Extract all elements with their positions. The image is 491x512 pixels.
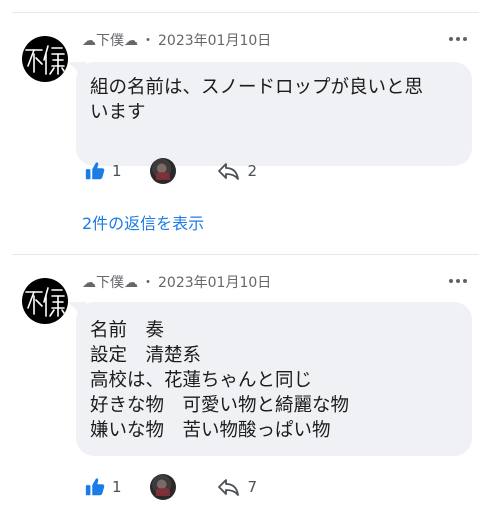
reply-arrow-icon[interactable] [216, 161, 240, 181]
comment-text-line: 設定 清楚系 [90, 345, 202, 366]
more-dots-icon[interactable] [449, 32, 467, 46]
comment-actions: 1 7 [84, 474, 257, 500]
comment-date: 2023年01月10日 [158, 275, 272, 291]
reactor-avatar[interactable] [149, 474, 176, 500]
avatar-kanji-icon [25, 45, 67, 75]
comment-meta: ☁下僕☁ ・ 2023年01月10日 [82, 272, 271, 292]
top-divider [12, 12, 479, 13]
comment-text-line: 好きな物 可愛い物と綺麗な物 [90, 395, 350, 416]
comment-meta: ☁下僕☁ ・ 2023年01月10日 [82, 30, 271, 50]
thumbs-up-icon[interactable] [84, 476, 106, 498]
comment-text-line: 高校は、花蓮ちゃんと同じ [90, 370, 313, 391]
thumbs-up-icon[interactable] [84, 160, 106, 182]
comment-text-line: 名前 奏 [90, 320, 165, 341]
reply-count: 2 [247, 162, 258, 180]
author-name[interactable]: ☁下僕☁ [82, 30, 138, 50]
comment-text-line: 嫌いな物 苦い物酸っぱい物 [90, 420, 331, 441]
avatar[interactable] [22, 36, 68, 82]
comment-date: 2023年01月10日 [158, 33, 272, 49]
meta-separator: ・ [141, 275, 155, 291]
avatar[interactable] [22, 278, 68, 324]
reply-arrow-icon[interactable] [216, 477, 240, 497]
comment-bubble: 名前 奏 設定 清楚系 高校は、花蓮ちゃんと同じ 好きな物 可愛い物と綺麗な物 … [76, 302, 472, 456]
comment-text-line: 組の名前は、スノードロップが良いと思 [90, 77, 424, 98]
reply-count: 7 [247, 478, 258, 496]
meta-separator: ・ [141, 33, 155, 49]
reactor-avatar[interactable] [149, 158, 176, 184]
like-count: 1 [112, 162, 122, 180]
like-count: 1 [112, 478, 122, 496]
comment-bubble: 組の名前は、スノードロップが良いと思 います [76, 62, 472, 166]
comment-divider [12, 254, 479, 255]
show-replies-link[interactable]: 2件の返信を表示 [82, 210, 204, 234]
author-name[interactable]: ☁下僕☁ [82, 272, 138, 292]
avatar-kanji-icon [25, 287, 67, 317]
more-dots-icon[interactable] [449, 274, 467, 288]
comment-text-line: います [90, 102, 146, 123]
comment-actions: 1 2 [84, 158, 257, 184]
